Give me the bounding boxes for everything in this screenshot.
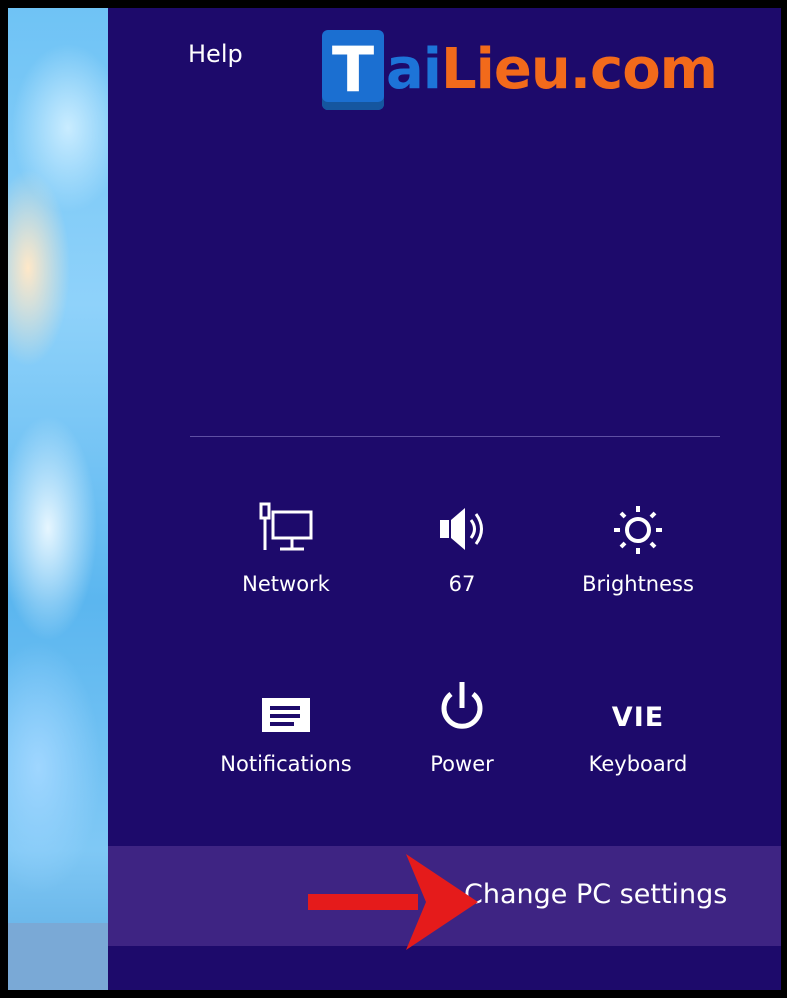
network-icon [206, 496, 366, 558]
keyboard-tile[interactable]: VIE Keyboard [558, 676, 718, 776]
keyboard-language-indicator: VIE [558, 676, 718, 738]
volume-tile[interactable]: 67 [382, 496, 542, 596]
red-arrow-annotation [308, 854, 478, 950]
keyboard-label: Keyboard [588, 752, 688, 776]
logo-box-letter: T [331, 33, 375, 106]
tailieu-logo: T aiLieu.com [322, 28, 781, 118]
network-label: Network [242, 572, 330, 596]
logo-text: aiLieu.com [386, 30, 718, 110]
volume-label: 67 [448, 572, 476, 596]
power-tile[interactable]: Power [382, 676, 542, 776]
brightness-icon [558, 496, 718, 558]
screenshot-frame: Help T aiLieu.com Network 67 Brightness … [0, 0, 787, 998]
logo-text-part1: ai [386, 37, 442, 102]
power-label: Power [430, 752, 494, 776]
power-icon [382, 676, 542, 738]
speaker-icon [382, 496, 542, 558]
settings-charm-panel: Help T aiLieu.com Network 67 Brightness … [108, 8, 781, 990]
logo-book-icon: T [322, 30, 384, 110]
help-link[interactable]: Help [188, 40, 243, 68]
desktop-background [8, 8, 108, 990]
change-pc-settings-label: Change PC settings [464, 879, 728, 910]
notifications-tile[interactable]: Notifications [206, 676, 366, 776]
network-tile[interactable]: Network [206, 496, 366, 596]
brightness-label: Brightness [582, 572, 694, 596]
brightness-tile[interactable]: Brightness [558, 496, 718, 596]
divider-line [190, 436, 720, 437]
taskbar-edge [8, 923, 108, 990]
keyboard-language-code: VIE [611, 702, 665, 733]
logo-text-part3: .com [569, 37, 718, 102]
notifications-icon [206, 676, 366, 738]
notifications-label: Notifications [220, 752, 352, 776]
logo-text-part2: Lieu [440, 37, 571, 102]
